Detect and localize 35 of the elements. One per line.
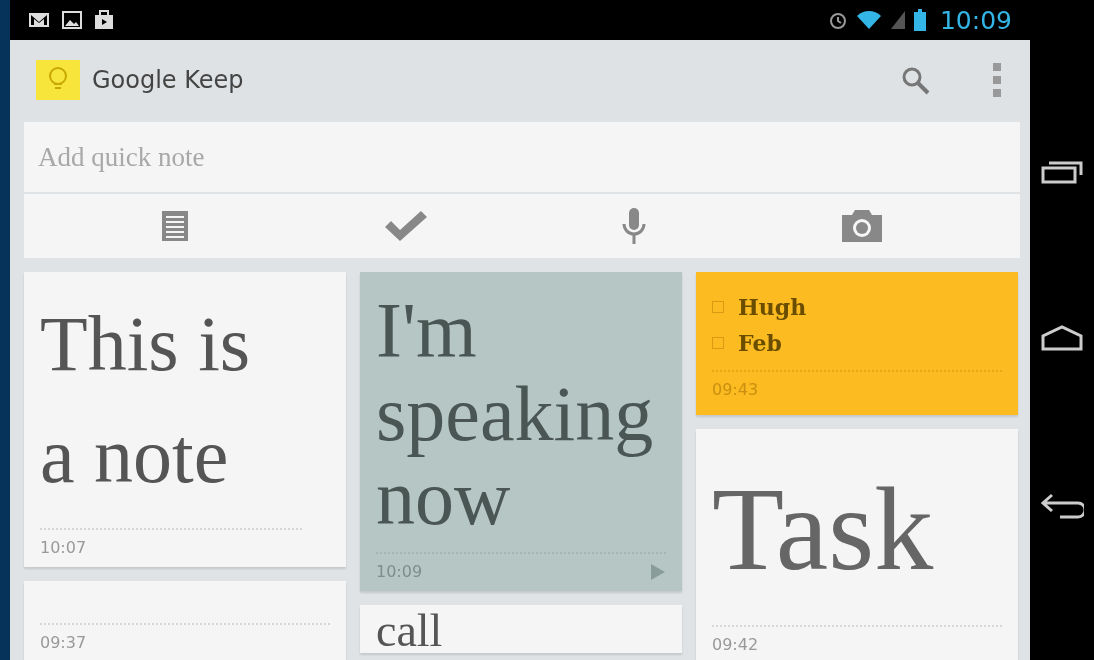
- clock-time: 10:09: [939, 5, 1012, 35]
- note-time: 10:07: [40, 538, 87, 557]
- microphone-icon[interactable]: [621, 206, 648, 246]
- recent-apps-icon[interactable]: [1040, 159, 1084, 186]
- bulb-logo-icon: [34, 58, 82, 102]
- camera-icon[interactable]: [839, 209, 884, 243]
- note-card[interactable]: This is a note 10:07: [24, 272, 346, 567]
- note-card[interactable]: I'm speaking now 10:09: [360, 272, 682, 591]
- note-card[interactable]: 09:37: [24, 581, 346, 660]
- quick-note-field[interactable]: Add quick note: [24, 122, 1020, 192]
- note-text: call: [376, 609, 444, 653]
- checklist-item: Hugh: [738, 294, 807, 320]
- note-card[interactable]: Task 09:42: [696, 429, 1018, 660]
- note-text: Task: [712, 463, 935, 597]
- mail-icon: [28, 12, 50, 28]
- checklist-item: Feb: [738, 330, 782, 356]
- note-text: I'm speaking now: [376, 288, 655, 540]
- wifi-icon: [855, 10, 882, 30]
- note-text: This is a note: [40, 299, 252, 501]
- more-menu-icon[interactable]: [992, 62, 1002, 98]
- bag-icon: [94, 10, 114, 30]
- home-icon[interactable]: [1040, 324, 1084, 352]
- checkbox[interactable]: [712, 301, 724, 313]
- image-icon: [62, 11, 82, 29]
- note-card[interactable]: call: [360, 605, 682, 653]
- checkbox[interactable]: [712, 337, 724, 349]
- battery-icon: [913, 9, 926, 31]
- text-note-icon[interactable]: [160, 209, 191, 243]
- note-time: 09:42: [712, 635, 759, 654]
- app-title: Google Keep: [92, 66, 244, 94]
- play-icon[interactable]: [650, 562, 666, 581]
- signal-icon: [889, 10, 906, 30]
- note-time: 10:09: [376, 562, 423, 581]
- note-time: 09:37: [40, 633, 87, 652]
- alarm-icon: [827, 10, 848, 30]
